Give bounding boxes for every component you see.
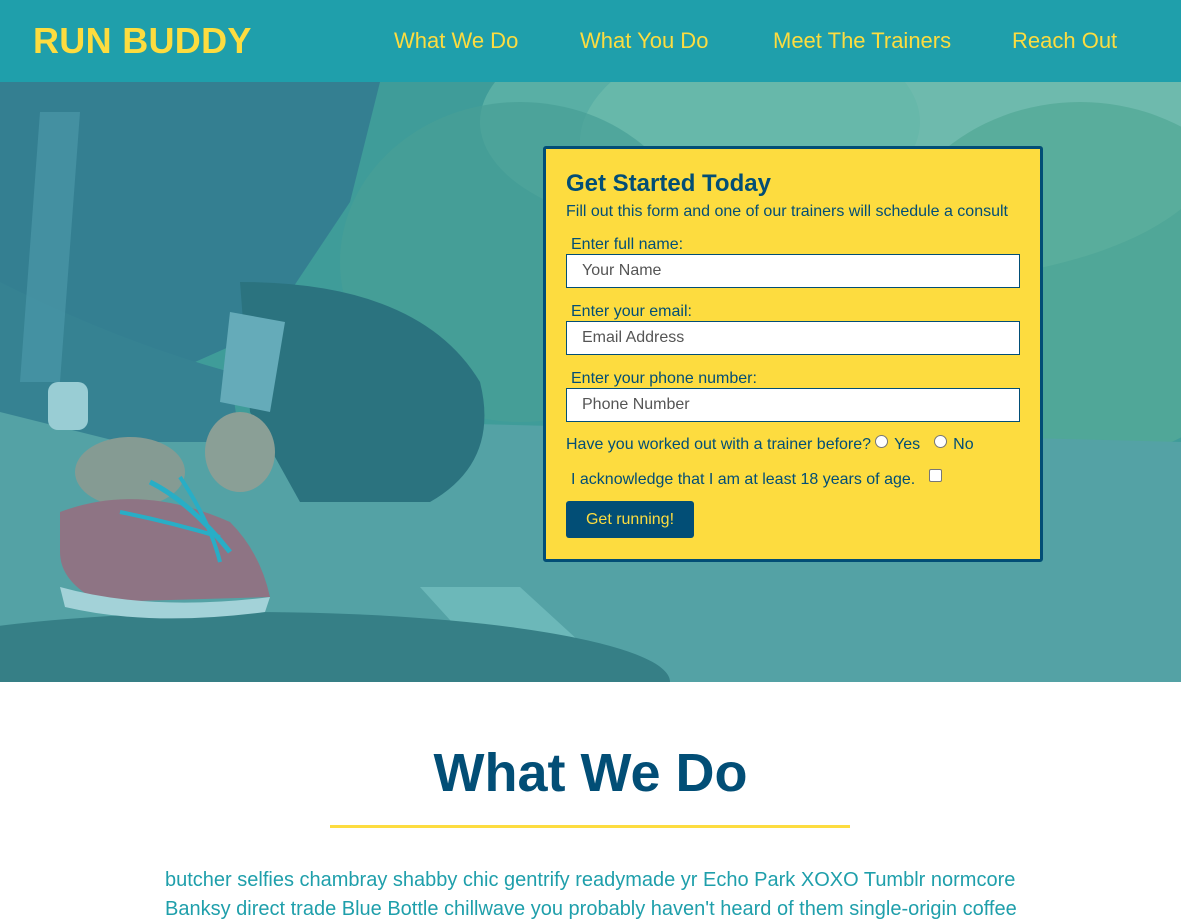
age-ack-checkbox[interactable] <box>929 469 943 482</box>
nav-link-what-you-do[interactable]: What You Do <box>580 26 708 56</box>
signup-form: Get Started Today Fill out this form and… <box>543 146 1043 562</box>
trainer-question-row: Have you worked out with a trainer befor… <box>566 435 974 455</box>
get-running-button[interactable]: Get running! <box>566 501 694 538</box>
phone-label: Enter your phone number: <box>571 370 757 387</box>
email-input[interactable] <box>566 321 1020 355</box>
form-title: Get Started Today <box>566 170 771 197</box>
age-ack-label: I acknowledge that I am at least 18 year… <box>571 471 916 488</box>
form-subtitle: Fill out this form and one of our traine… <box>566 203 1008 220</box>
site-header: RUN BUDDY What We Do What You Do Meet Th… <box>0 0 1181 82</box>
age-ack-row: I acknowledge that I am at least 18 year… <box>571 469 943 490</box>
main-nav: What We Do What You Do Meet The Trainers… <box>0 26 1181 56</box>
nav-link-what-we-do[interactable]: What We Do <box>394 26 518 56</box>
radio-yes[interactable] <box>875 435 889 448</box>
phone-input[interactable] <box>566 388 1020 422</box>
radio-yes-label: Yes <box>894 436 921 453</box>
email-label: Enter your email: <box>571 303 692 320</box>
nav-link-reach-out[interactable]: Reach Out <box>1012 26 1117 56</box>
section-divider <box>330 825 850 828</box>
name-input[interactable] <box>566 254 1020 288</box>
nav-link-meet-the-trainers[interactable]: Meet The Trainers <box>773 26 951 56</box>
what-we-do-title: What We Do <box>433 743 748 803</box>
name-label: Enter full name: <box>571 236 684 253</box>
radio-no[interactable] <box>934 435 948 448</box>
radio-no-label: No <box>953 436 974 453</box>
trainer-question: Have you worked out with a trainer befor… <box>566 436 872 453</box>
what-we-do-body: butcher selfies chambray shabby chic gen… <box>165 869 1017 920</box>
